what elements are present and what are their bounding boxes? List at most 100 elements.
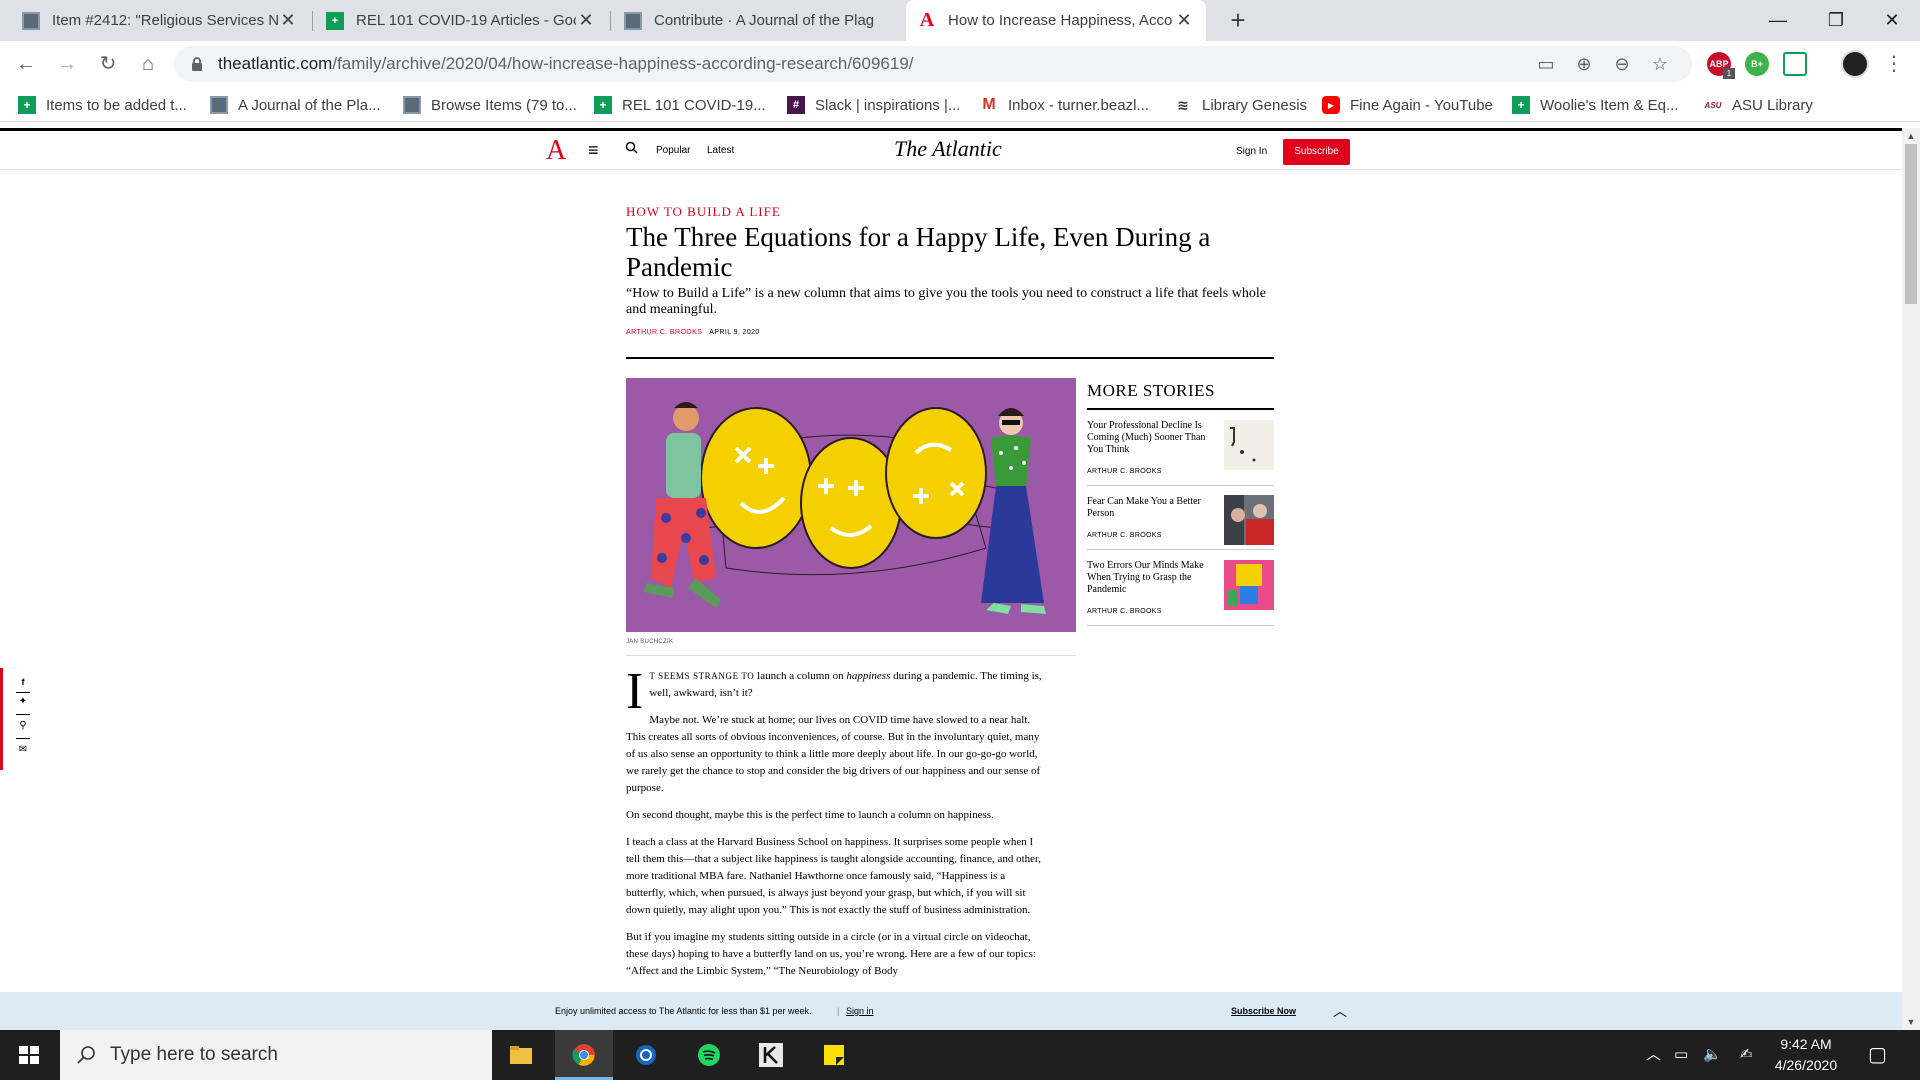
lead-paragraph: It seems strange to launch a column on h… xyxy=(626,666,1046,718)
bookmark-item[interactable]: + Items to be added t... xyxy=(18,95,187,115)
story-title[interactable]: Fear Can Make You a Better Person xyxy=(1087,496,1212,520)
omeka-icon xyxy=(403,96,421,114)
system-clock[interactable]: 9:42 AM 4/26/2020 xyxy=(1748,1034,1864,1076)
bookmark-item[interactable]: # Slack | inspirations |... xyxy=(787,95,960,115)
omeka-icon xyxy=(22,11,40,30)
atlantic-logo[interactable]: A xyxy=(546,135,566,167)
story-author[interactable]: ARTHUR C. BROOKS xyxy=(1087,468,1162,475)
subscribe-now-link[interactable]: Subscribe Now xyxy=(1231,1006,1296,1016)
url-host: theatlantic.com xyxy=(218,54,333,73)
more-story-item[interactable]: Fear Can Make You a Better Person ARTHUR… xyxy=(1087,486,1274,550)
story-author[interactable]: ARTHUR C. BROOKS xyxy=(1087,532,1162,539)
tab-atlantic-happiness[interactable]: A How to Increase Happiness, Acco ✕ xyxy=(906,0,1206,41)
close-icon[interactable]: ✕ xyxy=(576,10,596,31)
article-kicker[interactable]: HOW TO BUILD A LIFE xyxy=(626,204,781,220)
clock-time: 9:42 AM xyxy=(1780,1036,1832,1052)
tray-chevron-icon[interactable]: ︿ xyxy=(1646,1030,1661,1080)
nav-latest-link[interactable]: Latest xyxy=(707,145,734,156)
reload-button[interactable]: ↻ xyxy=(92,48,124,80)
cast-icon[interactable]: ▭ xyxy=(1534,52,1558,76)
body-paragraph: On second thought, maybe this is the per… xyxy=(626,809,994,821)
page-scrollbar[interactable]: ▲ ▼ xyxy=(1902,128,1920,1030)
home-button[interactable]: ⌂ xyxy=(132,48,164,80)
tab-rel101-articles[interactable]: + REL 101 COVID-19 Articles - Goo ✕ xyxy=(314,0,608,41)
chevron-up-icon[interactable]: ︿ xyxy=(1333,1001,1347,1021)
twitter-icon[interactable]: ✦ xyxy=(17,696,29,708)
taskbar-search-box[interactable]: Type here to search xyxy=(60,1030,492,1080)
bookmark-item[interactable]: ASU ASU Library xyxy=(1704,95,1813,115)
email-icon[interactable]: ✉ xyxy=(17,744,29,756)
story-author[interactable]: ARTHUR C. BROOKS xyxy=(1087,608,1162,615)
close-icon[interactable]: ✕ xyxy=(278,10,298,31)
bookmark-item[interactable]: ▶ Fine Again - YouTube xyxy=(1322,95,1493,115)
taskbar-app-k[interactable] xyxy=(742,1030,800,1080)
bookmark-label: Items to be added t... xyxy=(46,96,187,114)
bookmark-item[interactable]: + Woolie's Item & Eq... xyxy=(1512,95,1678,115)
subscribe-button[interactable]: Subscribe xyxy=(1283,139,1350,165)
bookmark-item[interactable]: M Inbox - turner.beazl... xyxy=(980,95,1149,115)
search-icon[interactable] xyxy=(624,140,640,156)
story-thumbnail[interactable] xyxy=(1224,560,1274,610)
scroll-up-arrow[interactable]: ▲ xyxy=(1902,128,1920,144)
sheets-icon: + xyxy=(18,96,36,114)
bplus-extension-icon[interactable]: B+ xyxy=(1745,52,1769,76)
paywall-sign-in-link[interactable]: Sign in xyxy=(846,1006,874,1016)
hamburger-menu-icon[interactable]: ≡ xyxy=(588,140,599,161)
tab-title: REL 101 COVID-19 Articles - Goo xyxy=(356,12,576,29)
story-title[interactable]: Your Professional Decline Is Coming (Muc… xyxy=(1087,420,1212,456)
taskbar-chrome[interactable] xyxy=(555,1030,613,1080)
restore-button[interactable]: ❐ xyxy=(1806,0,1866,41)
scrollbar-thumb[interactable] xyxy=(1905,144,1917,304)
header-divider xyxy=(626,357,1274,359)
scroll-down-arrow[interactable]: ▼ xyxy=(1902,1014,1920,1030)
back-button[interactable]: ← xyxy=(10,48,42,80)
new-tab-button[interactable]: + xyxy=(1222,4,1254,36)
sheets-icon: + xyxy=(326,11,344,30)
bookmark-item[interactable]: Browse Items (79 to... xyxy=(403,95,577,115)
story-thumbnail[interactable] xyxy=(1224,420,1274,470)
author-link[interactable]: ARTHUR C. BROOKS xyxy=(626,329,702,336)
taskbar-sticky-notes[interactable] xyxy=(805,1030,863,1080)
slack-icon: # xyxy=(787,96,805,114)
extension-icon[interactable] xyxy=(1783,52,1807,76)
add-circle-icon[interactable]: ⊕ xyxy=(1572,52,1596,76)
url-text: theatlantic.com/family/archive/2020/04/h… xyxy=(218,54,914,74)
notifications-icon[interactable]: ▢ xyxy=(1868,1030,1887,1080)
more-story-item[interactable]: Your Professional Decline Is Coming (Muc… xyxy=(1087,410,1274,486)
profile-avatar[interactable] xyxy=(1841,50,1869,78)
bookmark-item[interactable]: A Journal of the Pla... xyxy=(210,95,381,115)
the-atlantic-wordmark[interactable]: The Atlantic xyxy=(894,136,1002,162)
omeka-icon xyxy=(210,96,228,114)
youtube-icon: ▶ xyxy=(1322,96,1340,114)
story-thumbnail[interactable] xyxy=(1224,495,1274,545)
bookmark-item[interactable]: + REL 101 COVID-19... xyxy=(594,95,766,115)
address-bar[interactable]: theatlantic.com/family/archive/2020/04/h… xyxy=(174,46,1692,82)
minimize-button[interactable]: — xyxy=(1748,0,1808,41)
tab-contribute[interactable]: Contribute · A Journal of the Plag xyxy=(612,0,906,41)
story-title[interactable]: Two Errors Our Minds Make When Trying to… xyxy=(1087,560,1212,596)
nav-popular-link[interactable]: Popular xyxy=(656,145,690,156)
volume-icon[interactable]: 🔈 xyxy=(1703,1030,1722,1080)
more-story-item[interactable]: Two Errors Our Minds Make When Trying to… xyxy=(1087,550,1274,626)
windows-start-icon[interactable] xyxy=(0,1030,58,1080)
taskbar-file-explorer[interactable] xyxy=(492,1030,550,1080)
close-icon[interactable]: ✕ xyxy=(1174,10,1194,31)
sign-in-link[interactable]: Sign In xyxy=(1236,146,1267,157)
link-icon[interactable]: ⚲ xyxy=(17,720,29,732)
forward-button[interactable]: → xyxy=(51,48,83,80)
taskbar-spotify[interactable] xyxy=(680,1030,738,1080)
tab-item-religious-services[interactable]: Item #2412: "Religious Services N ✕ xyxy=(10,0,310,41)
taskbar-app-blue[interactable] xyxy=(617,1030,675,1080)
battery-icon[interactable]: ▭ xyxy=(1674,1030,1688,1080)
chrome-menu-icon[interactable]: ⋮ xyxy=(1878,48,1910,80)
search-icon xyxy=(77,1046,95,1064)
facebook-icon[interactable]: f xyxy=(17,676,29,688)
bookmark-star-icon[interactable]: ☆ xyxy=(1648,52,1672,76)
close-window-button[interactable]: ✕ xyxy=(1862,0,1920,41)
lead-text: launch a column on xyxy=(754,670,847,682)
zoom-icon[interactable]: ⊖ xyxy=(1610,52,1634,76)
share-divider xyxy=(16,714,30,715)
spotify-icon xyxy=(698,1044,720,1066)
folder-icon xyxy=(510,1046,532,1064)
bookmark-item[interactable]: ≋ Library Genesis xyxy=(1174,95,1307,115)
